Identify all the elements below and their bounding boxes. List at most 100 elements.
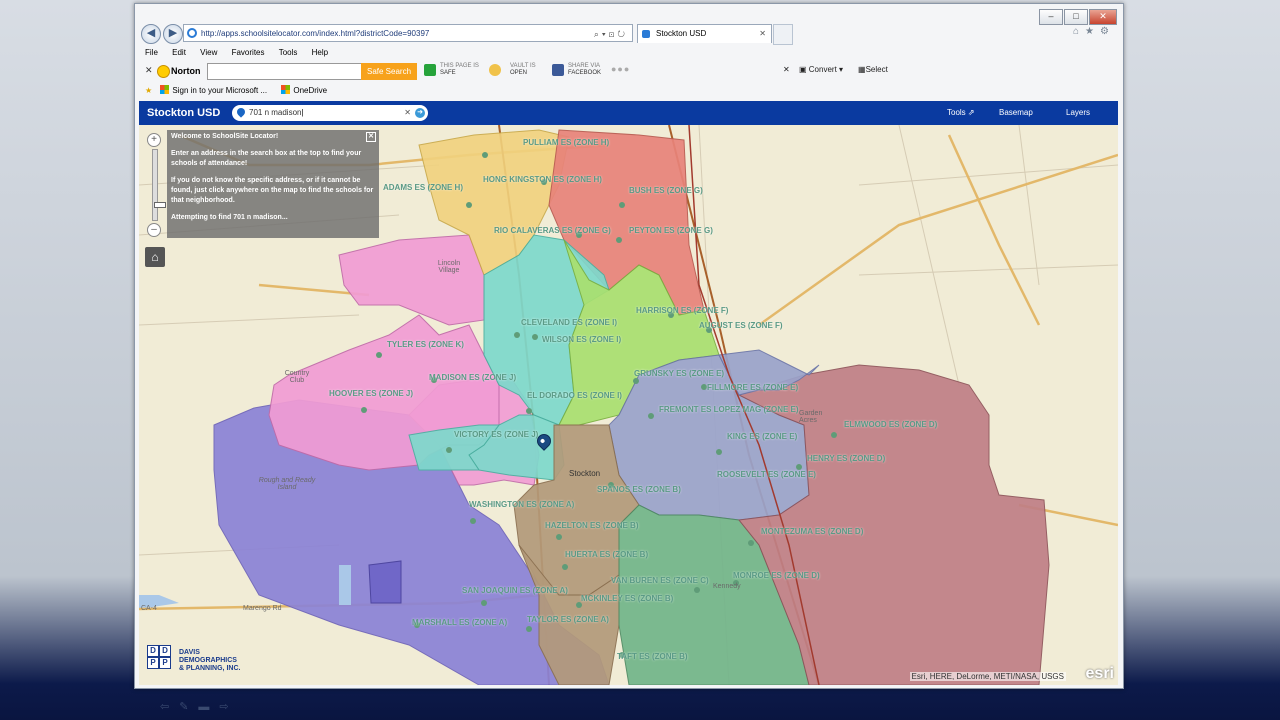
share-facebook[interactable]: SHARE VIA FACEBOOK <box>568 63 601 77</box>
zoom-track[interactable] <box>152 149 166 221</box>
vault-status[interactable]: VAULT IS OPEN <box>510 63 536 77</box>
school-label[interactable]: ROOSEVELT ES (ZONE E) <box>717 470 816 479</box>
school-label[interactable]: HUERTA ES (ZONE B) <box>565 550 648 559</box>
welcome-title: Welcome to SchoolSite Locator! <box>171 133 279 140</box>
school-label[interactable]: HENRY ES (ZONE D) <box>807 454 885 463</box>
school-label[interactable]: KING ES (ZONE E) <box>727 432 797 441</box>
toolbar-close-icon[interactable]: ✕ <box>783 65 790 74</box>
app-header: Stockton USD 701 n madison| ✕ ➜ Tools ⇗ … <box>139 101 1118 125</box>
school-label[interactable]: ELMWOOD ES (ZONE D) <box>844 420 937 429</box>
tab-title: Stockton USD <box>656 29 707 38</box>
menu-view[interactable]: View <box>200 48 217 57</box>
menu-bar: File Edit View Favorites Tools Help <box>135 46 1123 60</box>
norton-toolbar: ✕ Norton Safe Search THIS PAGE IS SAFE VA… <box>135 60 1123 82</box>
forward-icon[interactable]: ▶ <box>163 24 183 44</box>
logo-mark-p2: P <box>159 657 171 669</box>
menu-file[interactable]: File <box>145 48 158 57</box>
navigation-row: ◀ ▶ http://apps.schoolsitelocator.com/in… <box>135 22 1123 46</box>
search-value: 701 n madison <box>249 108 302 117</box>
favorites-star-icon[interactable]: ★ <box>145 86 152 95</box>
home-icon[interactable]: ⌂ <box>145 247 165 267</box>
ie-right-icons[interactable]: ⌂★⚙ <box>1073 26 1115 37</box>
school-label[interactable]: RIO CALAVERAS ES (ZONE G) <box>494 226 611 235</box>
map-view[interactable]: PULLIAM ES (ZONE H) ADAMS ES (ZONE H) HONG… <box>139 125 1118 685</box>
school-label[interactable]: HARRISON ES (ZONE F) <box>636 306 728 315</box>
school-label[interactable]: WASHINGTON ES (ZONE A) <box>469 500 574 509</box>
safe-search-button[interactable]: Safe Search <box>361 63 417 80</box>
basemap-link[interactable]: Basemap <box>999 101 1033 125</box>
tools-label: Tools <box>947 108 966 117</box>
school-label[interactable]: SAN JOAQUIN ES (ZONE A) <box>462 586 568 595</box>
convert-button[interactable]: ▣ Convert ▾ <box>799 65 843 74</box>
zoom-in-button[interactable]: + <box>147 133 161 147</box>
safe-check-icon <box>424 64 436 76</box>
menu-help[interactable]: Help <box>312 48 328 57</box>
school-label[interactable]: EL DORADO ES (ZONE I) <box>527 391 622 400</box>
school-label[interactable]: MARSHALL ES (ZONE A) <box>412 618 507 627</box>
school-label[interactable]: CLEVELAND ES (ZONE I) <box>521 318 617 327</box>
school-label[interactable]: VAN BUREN ES (ZONE C) <box>611 576 709 585</box>
school-label[interactable]: WILSON ES (ZONE I) <box>542 335 621 344</box>
address-bar[interactable]: http://apps.schoolsitelocator.com/index.… <box>183 24 633 42</box>
menu-tools[interactable]: Tools <box>279 48 298 57</box>
app-title: Stockton USD <box>147 107 221 119</box>
page-safe-top: THIS PAGE IS <box>440 63 479 69</box>
new-tab-button[interactable] <box>773 24 793 45</box>
school-label[interactable]: FILLMORE ES (ZONE E) <box>707 383 798 392</box>
school-label[interactable]: TYLER ES (ZONE K) <box>387 340 464 349</box>
layers-link[interactable]: Layers <box>1066 101 1090 125</box>
school-label[interactable]: VICTORY ES (ZONE J) <box>454 430 538 439</box>
school-label[interactable]: ADAMS ES (ZONE H) <box>383 183 463 192</box>
school-label[interactable]: AUGUST ES (ZONE F) <box>699 321 783 330</box>
address-text: http://apps.schoolsitelocator.com/index.… <box>201 29 430 38</box>
school-label[interactable]: HONG KINGSTON ES (ZONE H) <box>483 175 602 184</box>
norton-check-icon <box>157 65 170 78</box>
school-label[interactable]: GRUNSKY ES (ZONE E) <box>634 369 724 378</box>
norton-close-icon[interactable]: ✕ <box>145 65 153 76</box>
country-club-label: Country Club <box>284 370 310 384</box>
school-label[interactable]: MONROE ES (ZONE D) <box>733 571 820 580</box>
back-icon[interactable]: ◀ <box>141 24 161 44</box>
facebook-icon <box>552 64 564 76</box>
zoom-thumb[interactable] <box>154 202 166 208</box>
address-actions-icon[interactable]: ⌕▾⊡↻ <box>594 25 628 41</box>
logo-mark-d: D <box>147 645 159 657</box>
zoom-out-button[interactable]: – <box>147 223 161 237</box>
close-panel-icon[interactable]: ✕ <box>366 132 376 142</box>
address-search-input[interactable]: 701 n madison| ✕ ➜ <box>232 105 428 121</box>
logo-line2: DEMOGRAPHICS <box>179 657 237 664</box>
tab-close-icon[interactable]: ✕ <box>759 25 766 43</box>
school-label[interactable]: MONTEZUMA ES (ZONE D) <box>761 527 863 536</box>
menu-edit[interactable]: Edit <box>172 48 186 57</box>
taskbar-icons[interactable]: ⇦✎▬⇨ <box>160 700 239 713</box>
school-label[interactable]: TAFT ES (ZONE B) <box>617 652 688 661</box>
favorite-onedrive[interactable]: OneDrive <box>281 85 327 95</box>
school-label[interactable]: PEYTON ES (ZONE G) <box>629 226 713 235</box>
school-label[interactable]: HOOVER ES (ZONE J) <box>329 389 413 398</box>
browser-tab[interactable]: Stockton USD ✕ <box>637 24 772 43</box>
vault-top: VAULT IS <box>510 63 536 69</box>
menu-favorites[interactable]: Favorites <box>232 48 265 57</box>
norton-logo: Norton <box>157 63 201 79</box>
school-label[interactable]: FREMONT ES LOPEZ MAG (ZONE E) <box>659 405 799 414</box>
page-safe-status[interactable]: THIS PAGE IS SAFE <box>440 63 479 77</box>
tools-link[interactable]: Tools ⇗ <box>947 101 975 125</box>
zoom-slider[interactable]: + – <box>147 133 166 237</box>
school-label[interactable]: HAZELTON ES (ZONE B) <box>545 521 638 530</box>
school-label[interactable]: MADISON ES (ZONE J) <box>429 373 516 382</box>
ie-icon <box>187 28 197 38</box>
school-label[interactable]: TAYLOR ES (ZONE A) <box>527 615 609 624</box>
school-label[interactable]: PULLIAM ES (ZONE H) <box>523 138 609 147</box>
school-label[interactable]: SPANOS ES (ZONE B) <box>597 485 681 494</box>
norton-search-input[interactable] <box>207 63 363 80</box>
school-label[interactable]: MCKINLEY ES (ZONE B) <box>581 594 673 603</box>
select-button[interactable]: ▦Select <box>858 65 888 74</box>
welcome-status: Attempting to find 701 n madison... <box>171 214 288 221</box>
favorite-microsoft[interactable]: Sign in to your Microsoft ... <box>160 85 267 95</box>
search-go-icon[interactable]: ➜ <box>415 108 425 118</box>
logo-line1: DAVIS <box>179 649 200 656</box>
more-dots-icon[interactable]: ●●● <box>611 64 630 74</box>
school-label[interactable]: BUSH ES (ZONE G) <box>629 186 703 195</box>
clear-search-icon[interactable]: ✕ <box>404 105 411 121</box>
davis-logo: D D P P DAVIS DEMOGRAPHICS & PLANNING, I… <box>147 645 251 677</box>
